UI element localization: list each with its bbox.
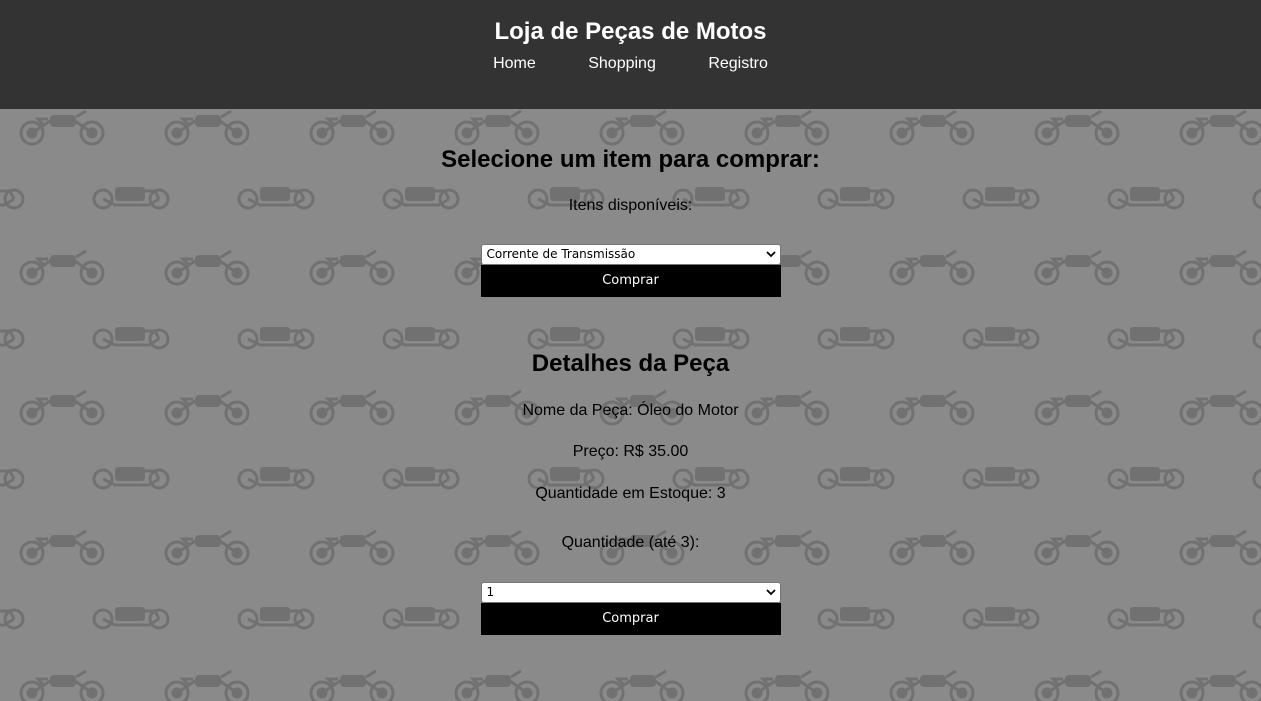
item-select-value: Corrente de Transmissão bbox=[486, 247, 636, 261]
part-price: Preço: R$ 35.00 bbox=[572, 443, 689, 460]
nav-registro-link[interactable]: Registro bbox=[708, 55, 768, 72]
chevron-down-icon bbox=[765, 589, 776, 596]
main-content: Selecione um item para comprar: Itens di… bbox=[0, 109, 1261, 635]
part-name: Nome da Peça: Óleo do Motor bbox=[522, 402, 739, 419]
chevron-down-icon bbox=[765, 251, 776, 258]
main-nav: Home Shopping Registro bbox=[0, 54, 1261, 74]
item-select-group: Corrente de Transmissão Comprar bbox=[480, 244, 781, 297]
site-header: Loja de Peças de Motos Home Shopping Reg… bbox=[0, 0, 1261, 109]
site-title: Loja de Peças de Motos bbox=[494, 18, 767, 45]
items-label: Itens disponíveis: bbox=[568, 197, 693, 214]
purchase-heading: Selecione um item para comprar: bbox=[441, 146, 820, 173]
quantity-select-group: 1 Comprar bbox=[480, 582, 781, 635]
item-select[interactable]: Corrente de Transmissão bbox=[480, 244, 781, 265]
part-stock: Quantidade em Estoque: 3 bbox=[535, 485, 726, 502]
quantity-select-value: 1 bbox=[486, 585, 495, 599]
buy-quantity-button[interactable]: Comprar bbox=[480, 603, 781, 635]
nav-home-link[interactable]: Home bbox=[493, 55, 536, 72]
quantity-label: Quantidade (até 3): bbox=[561, 534, 700, 551]
nav-shopping-link[interactable]: Shopping bbox=[588, 55, 656, 72]
details-heading: Detalhes da Peça bbox=[531, 350, 730, 377]
quantity-select[interactable]: 1 bbox=[480, 582, 781, 603]
buy-item-button[interactable]: Comprar bbox=[480, 265, 781, 297]
